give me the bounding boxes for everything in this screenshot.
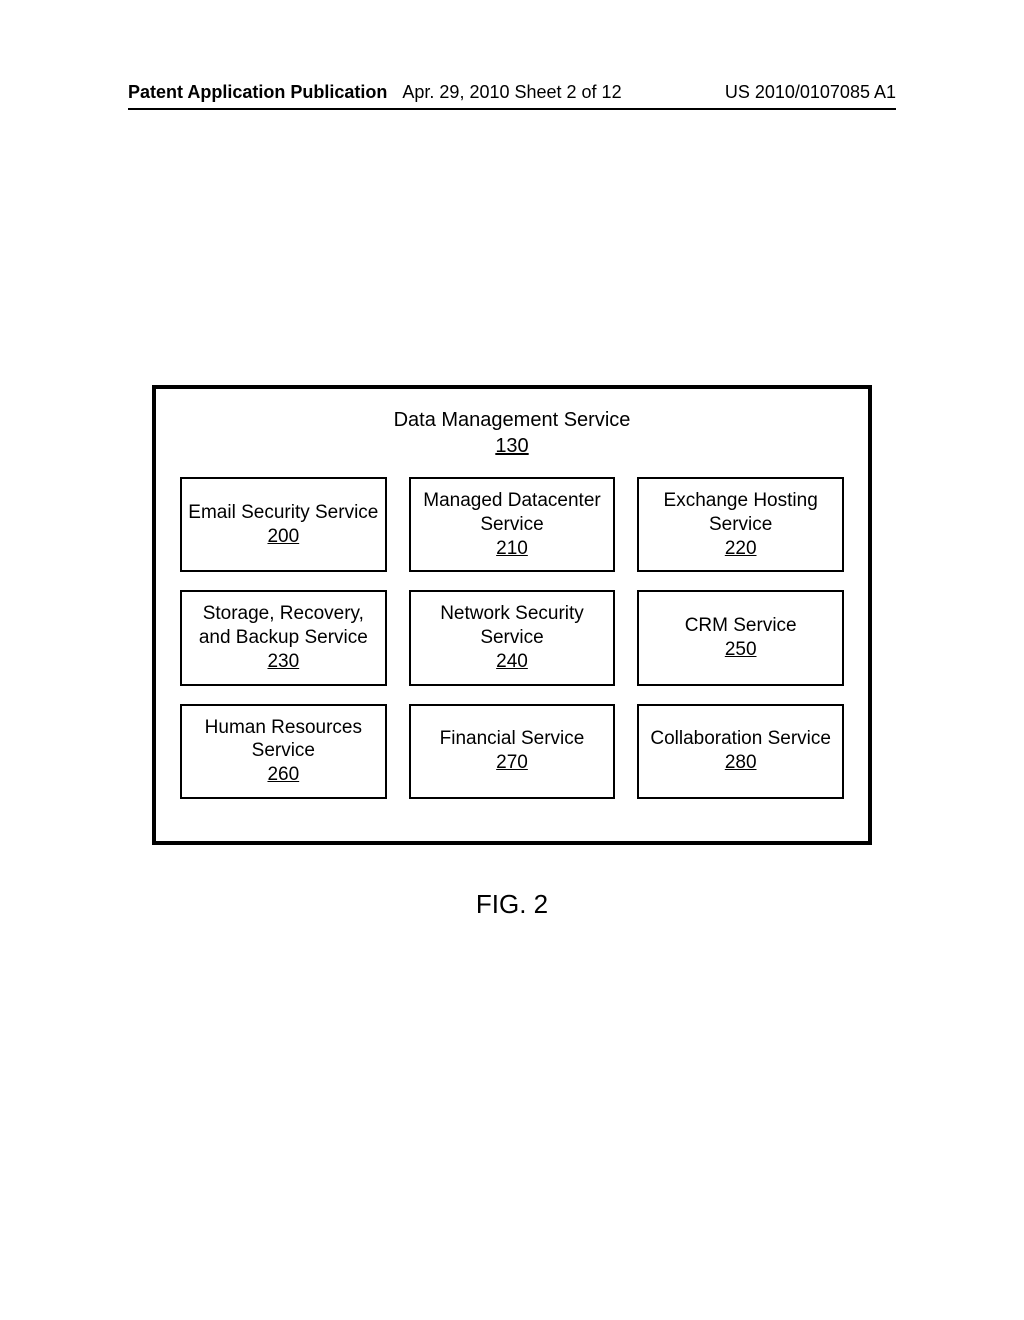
service-label: Exchange Hosting Service [643,489,838,537]
service-box-financial: Financial Service 270 [409,704,616,799]
service-label: Collaboration Service [650,727,831,751]
service-ref: 220 [725,537,757,561]
service-box-managed-datacenter: Managed Datacenter Service 210 [409,477,616,572]
outer-box-title: Data Management Service 130 [180,407,844,459]
diagram-area: Data Management Service 130 Email Securi… [152,385,872,920]
service-label: Human Resources Service [186,716,381,764]
service-box-crm: CRM Service 250 [637,590,844,685]
service-label: Email Security Service [188,501,378,525]
service-box-storage-recovery-backup: Storage, Recovery, and Backup Service 23… [180,590,387,685]
service-label: Storage, Recovery, and Backup Service [186,602,381,650]
service-label: Managed Datacenter Service [415,489,610,537]
service-ref: 210 [496,537,528,561]
header-left: Patent Application Publication [128,82,387,103]
service-label: Network Security Service [415,602,610,650]
service-ref: 230 [267,650,299,674]
service-box-network-security: Network Security Service 240 [409,590,616,685]
service-label: CRM Service [685,614,797,638]
service-box-human-resources: Human Resources Service 260 [180,704,387,799]
outer-box-title-label: Data Management Service [394,409,631,431]
service-box-collaboration: Collaboration Service 280 [637,704,844,799]
page-header: Patent Application Publication Apr. 29, … [0,82,1024,103]
service-ref: 250 [725,638,757,662]
service-ref: 270 [496,751,528,775]
service-box-email-security: Email Security Service 200 [180,477,387,572]
service-label: Financial Service [440,727,585,751]
header-right: US 2010/0107085 A1 [725,82,896,103]
data-management-service-box: Data Management Service 130 Email Securi… [152,385,872,845]
services-grid: Email Security Service 200 Managed Datac… [180,477,844,799]
header-divider [128,108,896,110]
service-ref: 260 [267,763,299,787]
service-box-exchange-hosting: Exchange Hosting Service 220 [637,477,844,572]
header-center: Apr. 29, 2010 Sheet 2 of 12 [402,82,621,103]
service-ref: 200 [267,525,299,549]
service-ref: 240 [496,650,528,674]
service-ref: 280 [725,751,757,775]
figure-caption: FIG. 2 [152,889,872,920]
outer-box-title-ref: 130 [180,433,844,459]
